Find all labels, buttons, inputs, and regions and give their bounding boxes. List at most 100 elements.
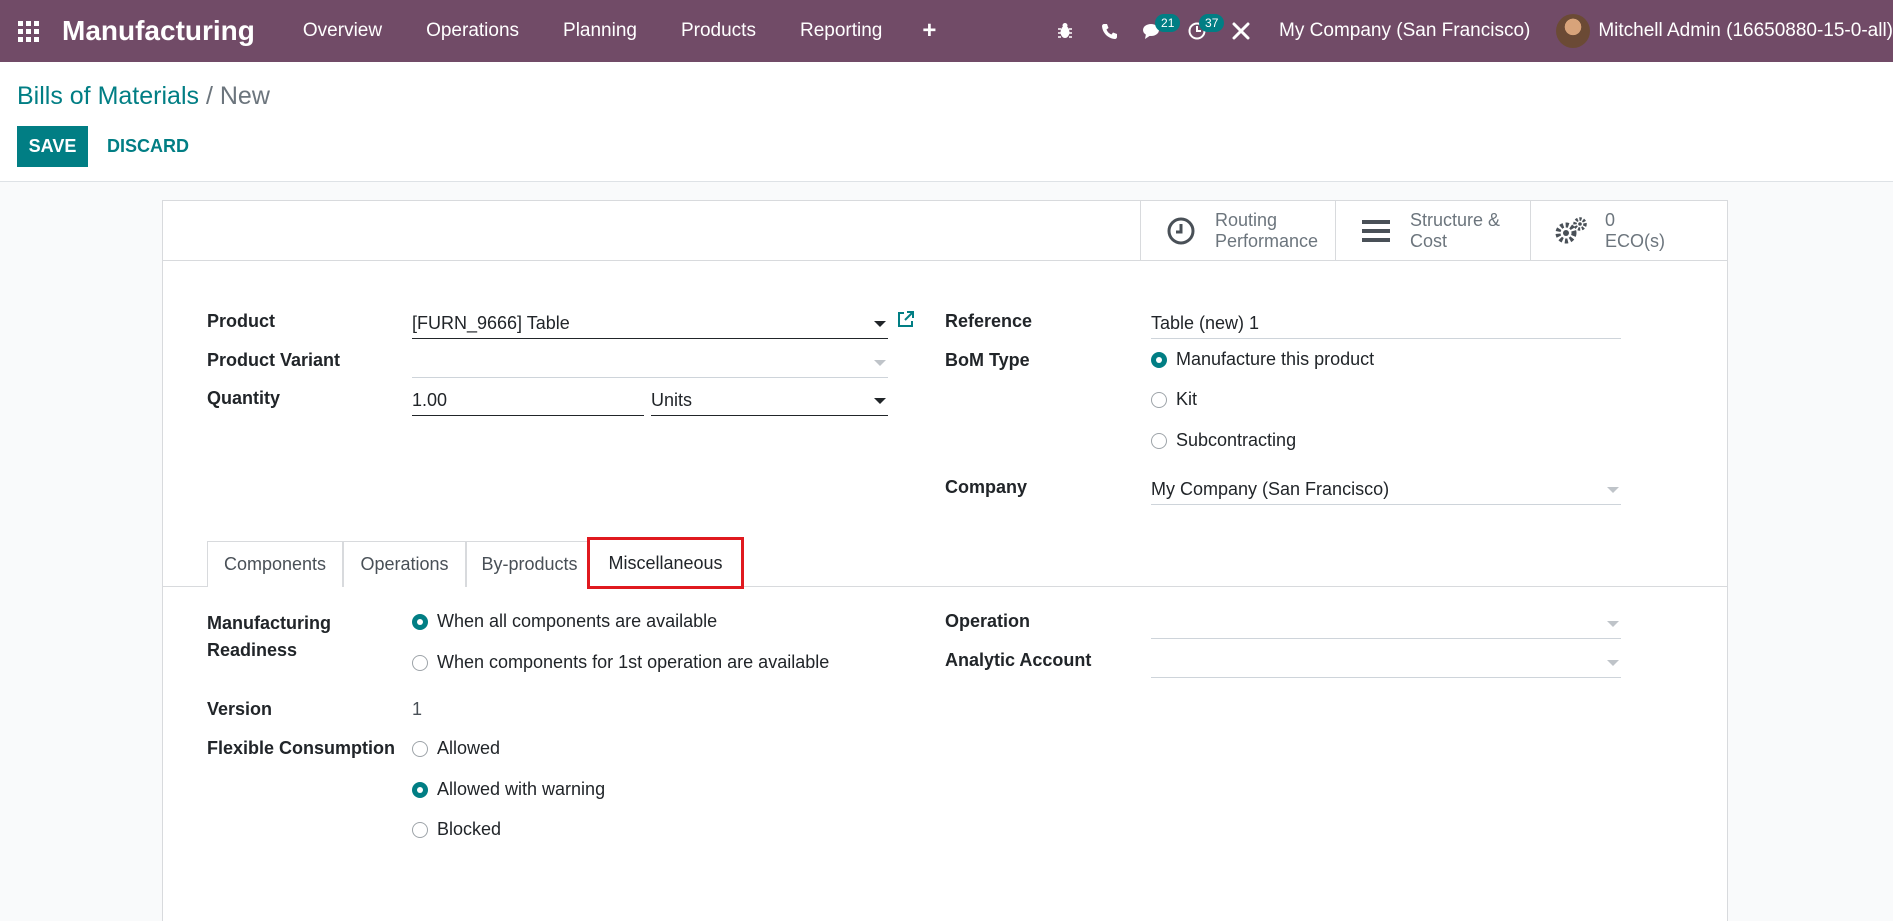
radio-checked[interactable] [412,613,428,630]
eco-label: ECO(s) [1605,230,1665,251]
uom-field[interactable]: Units [651,386,888,416]
breadcrumb-current: New [219,82,270,110]
radio-unchecked[interactable] [412,654,428,671]
user-menu[interactable]: Mitchell Admin (16650880-15-0-all) [1556,14,1893,48]
chat-icon[interactable]: 21 [1131,0,1181,62]
manufacturing-readiness-label: Manufacturing Readiness [207,610,331,664]
save-button[interactable]: SAVE [17,126,88,167]
top-navbar: Manufacturing Overview Operations Planni… [0,0,1893,62]
company-switcher[interactable]: My Company (San Francisco) [1263,20,1556,42]
radio-checked[interactable] [1151,351,1167,368]
reference-field[interactable]: Table (new) 1 [1151,309,1621,339]
version-label: Version [207,699,273,719]
menu-planning[interactable]: Planning [541,0,659,62]
structure-cost-button[interactable]: Structure & Cost [1335,201,1530,260]
bug-icon[interactable] [1043,0,1087,62]
bom-type-manufacture-label: Manufacture this product [1176,349,1375,369]
radio-unchecked[interactable] [412,821,428,838]
user-name: Mitchell Admin (16650880-15-0-all) [1598,20,1893,41]
eco-count: 0 [1605,209,1616,230]
breadcrumb-separator: / [205,82,213,110]
analytic-account-label: Analytic Account [945,650,1092,670]
tools-icon[interactable] [1219,0,1263,62]
eco-button[interactable]: 0 ECO(s) [1530,201,1727,260]
operation-field[interactable] [1151,609,1621,639]
flex-allowed-with-warning[interactable]: Allowed with warning [412,779,605,800]
structure-line2: Cost [1410,230,1448,251]
flex-allowed[interactable]: Allowed [412,738,500,759]
radio-unchecked[interactable] [1151,391,1167,408]
quantity-label: Quantity [207,388,281,408]
bom-type-subcontracting-label: Subcontracting [1176,430,1297,450]
readiness-all-components[interactable]: When all components are available [412,611,717,632]
routing-line1: Routing [1215,209,1278,230]
product-variant-label: Product Variant [207,350,341,370]
quantity-field[interactable]: 1.00 [412,386,644,416]
product-value: [FURN_9666] Table [412,313,570,333]
navbar-systray: 21 37 My Company (San Francisco) Mitchel… [1043,0,1893,62]
menu-products[interactable]: Products [659,0,778,62]
bom-type-label: BoM Type [945,350,1030,370]
version-value: 1 [412,699,423,719]
radio-unchecked[interactable] [412,740,428,757]
chevron-down-icon [1607,487,1619,493]
company-field[interactable]: My Company (San Francisco) [1151,475,1621,505]
breadcrumb-parent[interactable]: Bills of Materials [17,82,199,110]
tab-by-products[interactable]: By-products [466,541,593,587]
radio-checked[interactable] [412,781,428,798]
tab-miscellaneous[interactable]: Miscellaneous [587,537,744,589]
routing-performance-button[interactable]: Routing Performance [1140,201,1335,260]
gears-icon [1553,216,1589,246]
chevron-down-icon [1607,660,1619,666]
flex-allowed-label: Allowed [437,738,501,758]
apps-icon[interactable] [0,0,56,62]
bars-icon [1358,219,1394,243]
menu-overview[interactable]: Overview [281,0,404,62]
readiness-first-operation-label: When components for 1st operation are av… [437,652,830,672]
reference-value: Table (new) 1 [1151,313,1260,333]
chevron-down-icon [1607,621,1619,627]
manufacturing-readiness-label-line1: Manufacturing [207,613,331,633]
bom-type-subcontracting[interactable]: Subcontracting [1151,430,1296,451]
flex-blocked[interactable]: Blocked [412,819,501,840]
reference-label: Reference [945,311,1033,331]
avatar [1556,14,1591,48]
radio-unchecked[interactable] [1151,432,1167,449]
discard-button[interactable]: DISCARD [96,126,200,167]
clock-icon[interactable]: 37 [1175,0,1225,62]
menu-reporting[interactable]: Reporting [778,0,904,62]
readiness-first-operation[interactable]: When components for 1st operation are av… [412,652,829,673]
analytic-account-field[interactable] [1151,648,1621,678]
external-link-icon[interactable] [896,310,915,334]
structure-line1: Structure & [1410,209,1501,230]
tab-components[interactable]: Components [207,541,343,587]
clock-icon [1163,217,1199,245]
app-brand[interactable]: Manufacturing [62,15,255,47]
uom-value: Units [651,390,693,410]
company-value: My Company (San Francisco) [1151,479,1390,499]
breadcrumb: Bills of Materials / New [17,82,270,111]
readiness-all-components-label: When all components are available [437,611,718,631]
quantity-value: 1.00 [412,390,448,410]
flex-allowed-with-warning-label: Allowed with warning [437,779,606,799]
company-label: Company [945,477,1028,497]
plus-icon[interactable]: + [904,17,954,45]
routing-line2: Performance [1215,230,1319,251]
control-panel: Bills of Materials / New SAVE DISCARD [0,62,1893,182]
operation-label: Operation [945,611,1031,631]
flex-blocked-label: Blocked [437,819,502,839]
chevron-down-icon [874,398,886,404]
menu-operations[interactable]: Operations [404,0,541,62]
product-field[interactable]: [FURN_9666] Table [412,309,888,339]
tab-operations[interactable]: Operations [343,541,466,587]
chevron-down-icon [874,360,886,366]
bom-type-kit[interactable]: Kit [1151,389,1197,410]
bom-type-kit-label: Kit [1176,389,1198,409]
bom-type-manufacture[interactable]: Manufacture this product [1151,349,1374,370]
form-sheet: Routing Performance Structure & Cost 0 ECO(… [162,200,1728,921]
phone-icon[interactable] [1087,0,1131,62]
chevron-down-icon [874,321,886,327]
product-label: Product [207,311,276,331]
smart-button-box: Routing Performance Structure & Cost 0 ECO(… [163,201,1727,261]
product-variant-field[interactable] [412,348,888,378]
